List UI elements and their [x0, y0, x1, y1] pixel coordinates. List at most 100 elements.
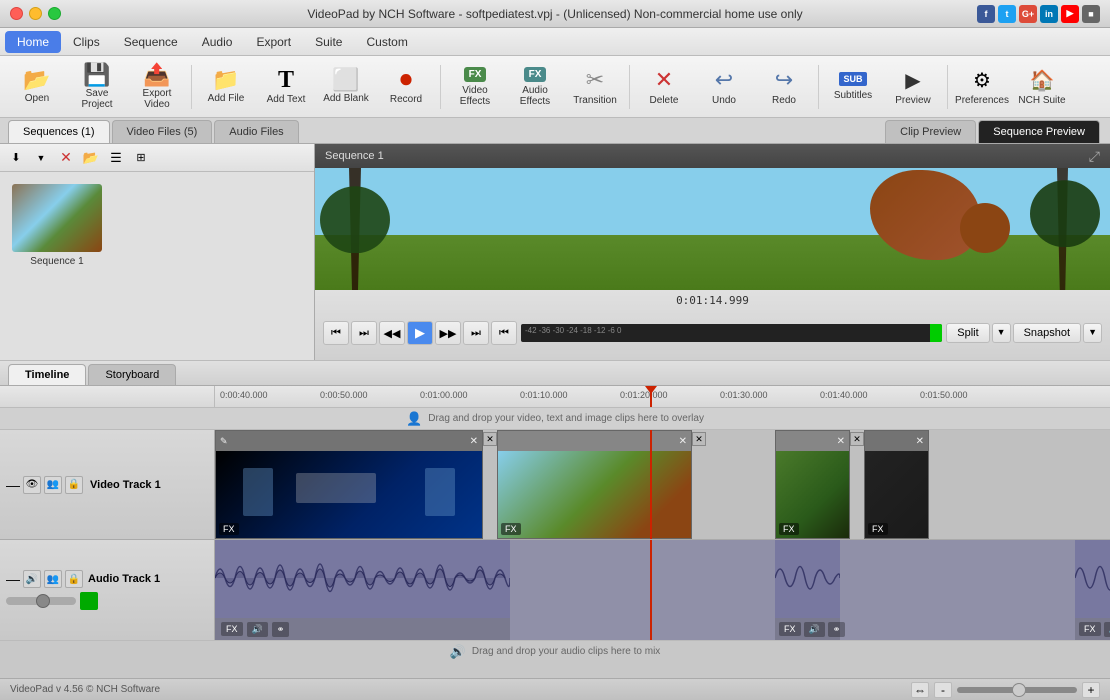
menu-home[interactable]: Home: [5, 31, 61, 53]
audio-footer-2: FX 🔊 ⚭: [775, 618, 840, 640]
audio-fx-btn-2[interactable]: FX: [779, 622, 801, 636]
tab-sequences[interactable]: Sequences (1): [8, 120, 110, 143]
save-project-button[interactable]: 💾 Save Project: [68, 60, 126, 114]
skip-start-button[interactable]: ⏮: [323, 321, 349, 345]
preview-button[interactable]: ▶ Preview: [884, 60, 942, 114]
ruler-mark-5: 0:01:20.000: [620, 390, 668, 400]
record-button[interactable]: ⏺ Record: [377, 60, 435, 114]
audio-link-btn-1[interactable]: ⚭: [272, 622, 290, 637]
menu-audio[interactable]: Audio: [190, 31, 245, 53]
audio-fx-btn-1[interactable]: FX: [221, 622, 243, 636]
menu-clips[interactable]: Clips: [61, 31, 112, 53]
clip-fx-2[interactable]: FX: [501, 523, 521, 535]
tab-clip-preview[interactable]: Clip Preview: [885, 120, 976, 143]
volume-bar[interactable]: -42 -36 -30 -24 -18 -12 -6 0: [521, 324, 942, 342]
clip-close-4[interactable]: ✕: [916, 436, 924, 447]
add-blank-button[interactable]: ⬜ Add Blank: [317, 60, 375, 114]
clip-fx-1[interactable]: FX: [219, 523, 239, 535]
video-effects-button[interactable]: FX Video Effects: [446, 60, 504, 114]
audio-mute-button[interactable]: 🔊: [23, 570, 41, 588]
prev-frame-button[interactable]: ⏭: [351, 321, 377, 345]
audio-waveform-1: [215, 540, 510, 618]
twitter-icon[interactable]: t: [998, 5, 1016, 23]
youtube-icon[interactable]: ▶: [1061, 5, 1079, 23]
audio-fx-btn-3[interactable]: FX: [1079, 622, 1101, 636]
audio-link-btn-2[interactable]: ⚭: [828, 622, 846, 637]
panel-btn-delete[interactable]: ✕: [55, 147, 77, 169]
video-clip-3[interactable]: ✕ FX: [775, 430, 850, 539]
preferences-button[interactable]: ⚙ Preferences: [953, 60, 1011, 114]
sequence-item[interactable]: Sequence 1: [8, 180, 106, 271]
panel-btn-list[interactable]: ☰: [105, 147, 127, 169]
snapshot-dropdown[interactable]: ▼: [1083, 323, 1102, 343]
video-clip-4[interactable]: ✕ FX: [864, 430, 929, 539]
audio-lock-button[interactable]: 🔒: [65, 570, 83, 588]
google-plus-icon[interactable]: G+: [1019, 5, 1037, 23]
split-button[interactable]: Split: [946, 323, 989, 343]
toolbar: 📂 Open 💾 Save Project 📤 Export Video 📁 A…: [0, 56, 1110, 118]
menu-sequence[interactable]: Sequence: [112, 31, 190, 53]
track-people-button[interactable]: 👥: [44, 476, 62, 494]
close-button[interactable]: [10, 7, 23, 20]
menu-suite[interactable]: Suite: [303, 31, 354, 53]
panel-dropdown[interactable]: ▼: [30, 147, 52, 169]
next-frame-button[interactable]: ⏭: [463, 321, 489, 345]
clip-close-2[interactable]: ✕: [679, 436, 687, 447]
audio-volume-slider[interactable]: [6, 597, 76, 605]
split-dropdown[interactable]: ▼: [992, 323, 1011, 343]
maximize-button[interactable]: [48, 7, 61, 20]
window-controls[interactable]: [10, 7, 61, 20]
panel-btn-folder[interactable]: 📂: [80, 147, 102, 169]
audio-people-button[interactable]: 👥: [44, 570, 62, 588]
audio-vol-btn-3[interactable]: 🔊: [1104, 622, 1110, 637]
minimize-button[interactable]: [29, 7, 42, 20]
zoom-plus-button[interactable]: +: [1082, 682, 1100, 698]
clip-fx-3[interactable]: FX: [779, 523, 799, 535]
undo-button[interactable]: ↩ Undo: [695, 60, 753, 114]
zoom-out-button[interactable]: ⇔: [911, 682, 929, 698]
zoom-slider[interactable]: [957, 687, 1077, 693]
snapshot-button[interactable]: Snapshot: [1013, 323, 1081, 343]
delete-button[interactable]: ✕ Delete: [635, 60, 693, 114]
open-button[interactable]: 📂 Open: [8, 60, 66, 114]
clip-fx-4[interactable]: FX: [868, 523, 888, 535]
play-button[interactable]: ▶: [407, 321, 433, 345]
zoom-handle[interactable]: [1012, 683, 1026, 697]
audio-collapse-icon[interactable]: —: [6, 571, 20, 587]
rewind-button[interactable]: ◀◀: [379, 321, 405, 345]
zoom-minus-button[interactable]: -: [934, 682, 952, 698]
redo-button[interactable]: ↪ Redo: [755, 60, 813, 114]
audio-vol-btn-2[interactable]: 🔊: [804, 622, 825, 637]
nch-suite-button[interactable]: 🏠 NCH Suite: [1013, 60, 1071, 114]
linkedin-icon[interactable]: in: [1040, 5, 1058, 23]
audio-effects-button[interactable]: FX Audio Effects: [506, 60, 564, 114]
clip-close-3[interactable]: ✕: [837, 436, 845, 447]
video-clip-1[interactable]: ✎ ✕ FX: [215, 430, 483, 539]
menu-custom[interactable]: Custom: [354, 31, 419, 53]
tab-audio-files[interactable]: Audio Files: [214, 120, 298, 143]
tab-timeline[interactable]: Timeline: [8, 364, 86, 385]
preview-expand-icon[interactable]: ⤢: [1089, 148, 1100, 165]
panel-btn-1[interactable]: ⬇: [5, 147, 27, 169]
clip-close-1[interactable]: ✕: [470, 436, 478, 447]
fast-forward-button[interactable]: ▶▶: [435, 321, 461, 345]
add-text-button[interactable]: T Add Text: [257, 60, 315, 114]
tab-sequence-preview[interactable]: Sequence Preview: [978, 120, 1100, 143]
track-eye-button[interactable]: 👁: [23, 476, 41, 494]
social-links[interactable]: f t G+ in ▶ ■: [977, 5, 1100, 23]
video-clip-2[interactable]: ✕ FX: [497, 430, 692, 539]
nch-icon[interactable]: ■: [1082, 5, 1100, 23]
track-lock-button[interactable]: 🔒: [65, 476, 83, 494]
audio-vol-btn-1[interactable]: 🔊: [247, 622, 268, 637]
subtitles-button[interactable]: SUB Subtitles: [824, 60, 882, 114]
facebook-icon[interactable]: f: [977, 5, 995, 23]
transition-button[interactable]: ✂ Transition: [566, 60, 624, 114]
menu-export[interactable]: Export: [244, 31, 303, 53]
add-file-button[interactable]: 📁 Add File: [197, 60, 255, 114]
tab-storyboard[interactable]: Storyboard: [88, 364, 176, 385]
track-collapse-icon[interactable]: —: [6, 477, 20, 493]
skip-end-button[interactable]: ⏮: [491, 321, 517, 345]
export-video-button[interactable]: 📤 Export Video: [128, 60, 186, 114]
panel-btn-grid[interactable]: ⊞: [130, 147, 152, 169]
tab-video-files[interactable]: Video Files (5): [112, 120, 213, 143]
